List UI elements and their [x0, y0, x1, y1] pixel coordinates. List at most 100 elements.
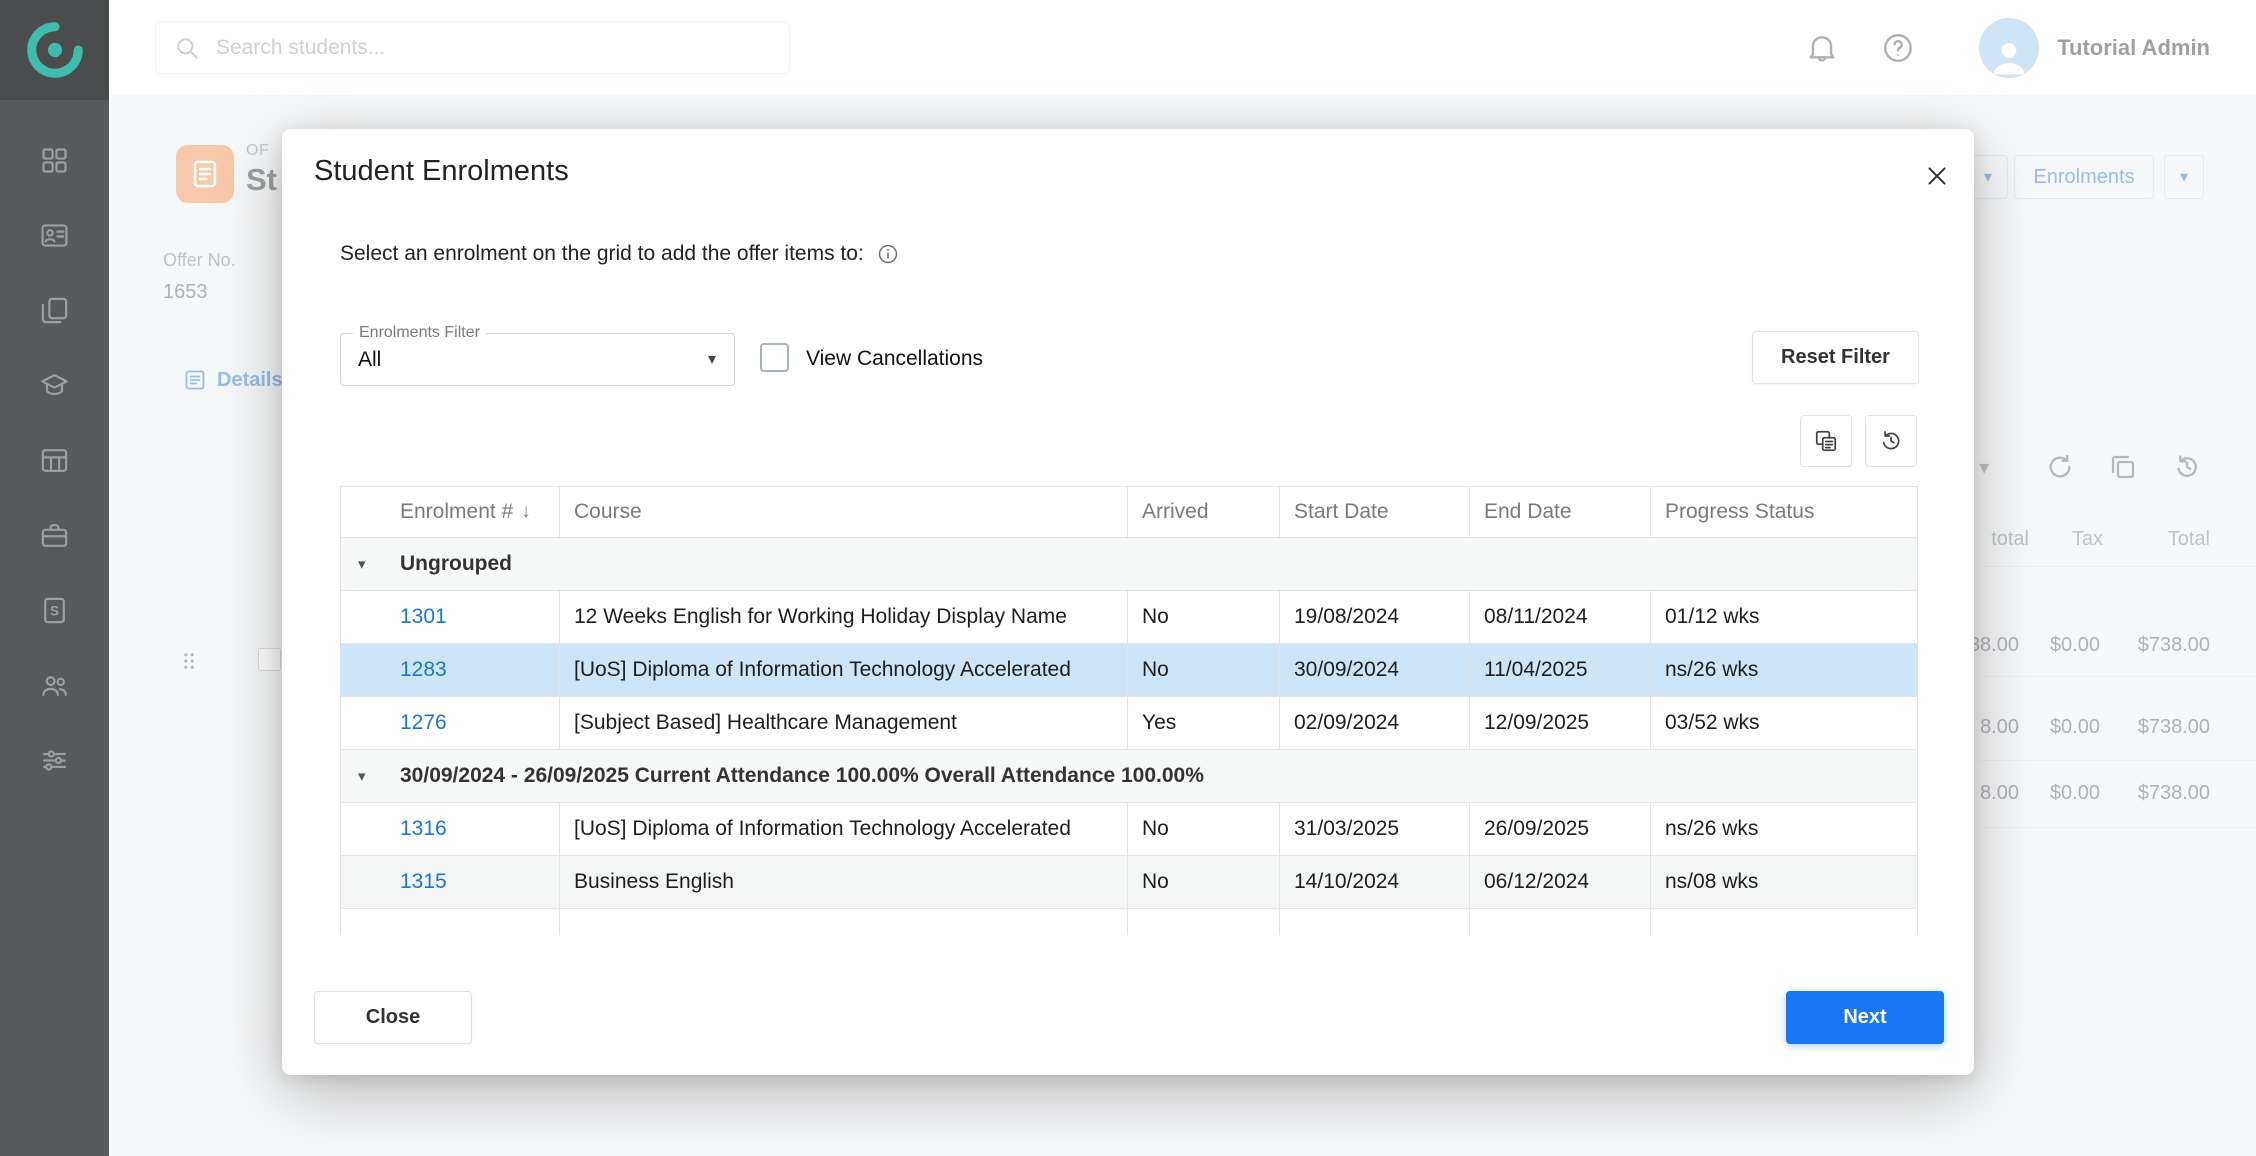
cell-arrived: No [1128, 856, 1280, 908]
sidebar-item-agents[interactable] [35, 669, 75, 702]
sort-desc-icon: ↓ [521, 501, 531, 523]
revert-icon [1878, 428, 1904, 454]
enrolment-link[interactable]: 1316 [400, 817, 447, 841]
cell-progress: ns/08 wks [1651, 856, 1917, 908]
column-header-progress-status[interactable]: Progress Status [1651, 487, 1917, 537]
column-header-label: Course [574, 500, 642, 524]
column-chooser-button[interactable] [1800, 415, 1852, 467]
cell-progress: ns/26 wks [1651, 803, 1917, 855]
reset-filter-button[interactable]: Reset Filter [1752, 331, 1919, 384]
enrolment-row-1316[interactable]: 1316 [UoS] Diploma of Information Techno… [341, 803, 1917, 856]
cell-arrived: No [1128, 644, 1280, 696]
dialog-title: Student Enrolments [314, 155, 569, 188]
sidebar-nav: S [0, 100, 109, 777]
column-header-arrived[interactable]: Arrived [1128, 487, 1280, 537]
graduation-cap-icon [39, 370, 70, 401]
reset-filter-label: Reset Filter [1781, 346, 1890, 369]
view-cancellations-label: View Cancellations [806, 347, 983, 371]
enrolment-row-1301[interactable]: 1301 12 Weeks English for Working Holida… [341, 591, 1917, 644]
collapse-icon: ▾ [358, 767, 366, 785]
cell-course: [Subject Based] Healthcare Management [560, 697, 1128, 749]
logo-icon [24, 19, 86, 81]
group-label: Ungrouped [400, 552, 512, 576]
close-icon[interactable] [1920, 159, 1954, 193]
enrolments-filter-label: Enrolments Filter [353, 324, 486, 342]
documents-icon [39, 295, 70, 326]
next-button-label: Next [1843, 1006, 1886, 1029]
enrolment-row-partial[interactable] [341, 909, 1917, 935]
cell-start-date: 02/09/2024 [1280, 697, 1470, 749]
cell-progress: 03/52 wks [1651, 697, 1917, 749]
group-row-ungrouped[interactable]: ▾ Ungrouped [341, 538, 1917, 591]
close-button[interactable]: Close [314, 991, 472, 1044]
column-header-label: Start Date [1294, 500, 1389, 524]
group-row-attendance[interactable]: ▾ 30/09/2024 - 26/09/2025 Current Attend… [341, 750, 1917, 803]
cell-arrived: No [1128, 591, 1280, 643]
sliders-icon [39, 745, 70, 776]
enrolments-filter-select[interactable]: Enrolments Filter All ▾ [340, 333, 735, 386]
sidebar-item-students[interactable] [35, 219, 75, 252]
people-icon [39, 670, 70, 701]
group-label: 30/09/2024 - 26/09/2025 Current Attendan… [400, 764, 1204, 788]
enrolment-row-1315[interactable]: 1315 Business English No 14/10/2024 06/1… [341, 856, 1917, 909]
column-header-course[interactable]: Course [560, 487, 1128, 537]
dashboard-icon [39, 145, 70, 176]
instruction-text: Select an enrolment on the grid to add t… [340, 242, 864, 266]
refresh-button[interactable] [1865, 415, 1917, 467]
column-header-end-date[interactable]: End Date [1470, 487, 1651, 537]
sidebar-item-timetables[interactable] [35, 444, 75, 477]
view-cancellations-checkbox[interactable] [760, 343, 789, 372]
cell-end-date: 06/12/2024 [1470, 856, 1651, 908]
enrolment-row-1283-selected[interactable]: 1283 [UoS] Diploma of Information Techno… [341, 644, 1917, 697]
cell-start-date: 14/10/2024 [1280, 856, 1470, 908]
cell-start-date: 30/09/2024 [1280, 644, 1470, 696]
cell-progress: 01/12 wks [1651, 591, 1917, 643]
dialog-instruction: Select an enrolment on the grid to add t… [340, 242, 899, 266]
column-chooser-icon [1813, 428, 1839, 454]
app-logo[interactable] [0, 0, 109, 100]
cell-course: [UoS] Diploma of Information Technology … [560, 644, 1128, 696]
enrolment-link[interactable]: 1283 [400, 658, 447, 682]
cell-progress: ns/26 wks [1651, 644, 1917, 696]
column-header-enrolment[interactable]: Enrolment # ↓ [341, 487, 560, 537]
cell-end-date: 26/09/2025 [1470, 803, 1651, 855]
svg-text:S: S [50, 603, 59, 618]
enrolment-row-1276[interactable]: 1276 [Subject Based] Healthcare Manageme… [341, 697, 1917, 750]
next-button[interactable]: Next [1786, 991, 1944, 1044]
collapse-icon: ▾ [358, 555, 366, 573]
cell-course: [UoS] Diploma of Information Technology … [560, 803, 1128, 855]
column-header-label: End Date [1484, 500, 1572, 524]
sidebar-item-offers[interactable] [35, 294, 75, 327]
cell-course: Business English [560, 856, 1128, 908]
cell-start-date: 31/03/2025 [1280, 803, 1470, 855]
invoice-icon: S [39, 595, 70, 626]
enrolment-link[interactable]: 1315 [400, 870, 447, 894]
sidebar-item-dashboard[interactable] [35, 144, 75, 177]
sidebar-item-settings[interactable] [35, 744, 75, 777]
enrolments-grid: Enrolment # ↓ Course Arrived Start Date … [340, 486, 1918, 935]
grid-header-row: Enrolment # ↓ Course Arrived Start Date … [341, 487, 1917, 538]
cell-course: 12 Weeks English for Working Holiday Dis… [560, 591, 1128, 643]
sidebar: S [0, 0, 109, 1156]
cell-start-date: 19/08/2024 [1280, 591, 1470, 643]
chevron-down-icon: ▾ [708, 334, 716, 385]
column-header-label: Enrolment # [400, 500, 513, 524]
column-header-label: Arrived [1142, 500, 1209, 524]
cell-arrived: Yes [1128, 697, 1280, 749]
close-button-label: Close [366, 1006, 420, 1029]
enrolment-link[interactable]: 1301 [400, 605, 447, 629]
sidebar-item-invoices[interactable]: S [35, 594, 75, 627]
table-icon [39, 445, 70, 476]
cell-end-date: 11/04/2025 [1470, 644, 1651, 696]
sidebar-item-services[interactable] [35, 519, 75, 552]
column-header-start-date[interactable]: Start Date [1280, 487, 1470, 537]
cell-end-date: 12/09/2025 [1470, 697, 1651, 749]
briefcase-icon [39, 520, 70, 551]
enrolment-link[interactable]: 1276 [400, 711, 447, 735]
cell-end-date: 08/11/2024 [1470, 591, 1651, 643]
info-icon[interactable] [877, 243, 899, 265]
cell-arrived: No [1128, 803, 1280, 855]
id-card-icon [39, 220, 70, 251]
sidebar-item-courses[interactable] [35, 369, 75, 402]
student-enrolments-dialog: Student Enrolments Select an enrolment o… [282, 129, 1974, 1075]
